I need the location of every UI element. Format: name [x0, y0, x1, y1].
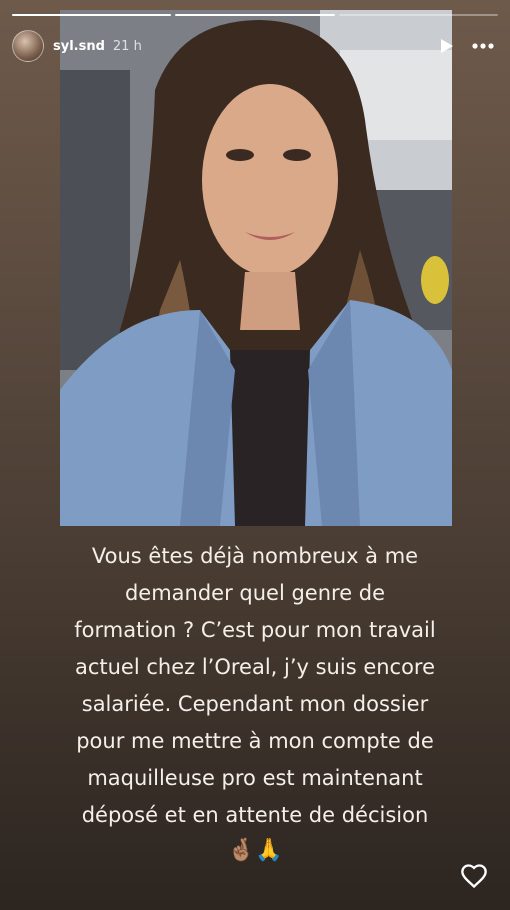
progress-segment [338, 14, 498, 16]
story-progress [12, 14, 498, 17]
timestamp: 21 h [112, 38, 142, 54]
caption-line: demander quel genre de [124, 581, 386, 605]
caption-line: pour me mettre à mon compte de [76, 729, 434, 753]
caption-line: Vous êtes déjà nombreux à me [91, 544, 419, 568]
progress-fill [12, 14, 172, 16]
progress-fill [175, 14, 335, 16]
heart-icon[interactable] [460, 862, 488, 890]
story-caption: Vous êtes déjà nombreux à me demander qu… [40, 538, 470, 834]
progress-segment [12, 14, 172, 16]
story-header: syl.snd 21 h [12, 28, 498, 64]
caption-line: formation ? C’est pour mon travail [74, 618, 436, 642]
more-icon[interactable] [468, 33, 498, 59]
progress-segment [175, 14, 335, 16]
avatar[interactable] [12, 30, 44, 62]
caption-line: actuel chez l’Oreal, j’y suis encore [74, 655, 436, 679]
caption-emojis: 🤞🏽🙏 [227, 838, 283, 863]
caption-line: salariée. Cependant mon dossier [81, 692, 429, 716]
play-icon[interactable] [434, 33, 460, 59]
username[interactable]: syl.snd [53, 39, 105, 54]
caption-line: déposé et en attente de décision [81, 803, 429, 827]
caption-line: maquilleuse pro est maintenant [87, 766, 423, 790]
story-photo [60, 10, 452, 526]
